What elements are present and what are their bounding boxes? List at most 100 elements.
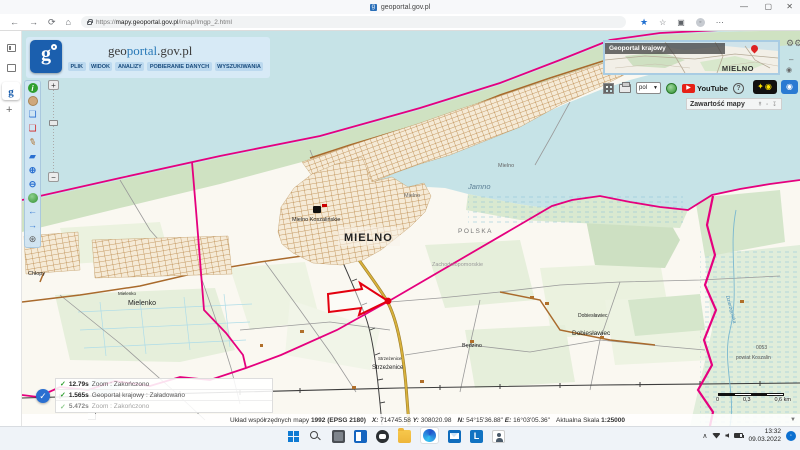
- youtube-button[interactable]: ▶ YouTube: [682, 84, 728, 93]
- start-button-icon[interactable]: [288, 430, 301, 443]
- home-icon[interactable]: ⌂: [66, 17, 71, 27]
- wifi-icon[interactable]: [712, 433, 720, 439]
- qr-icon[interactable]: [603, 83, 614, 94]
- label-dobieslawiec: Dobiesławiec: [572, 330, 611, 337]
- label-chlopy: Chłopy: [28, 271, 45, 277]
- app-icon-movies[interactable]: [354, 430, 367, 443]
- label-station: Mielno Koszalińskie: [292, 217, 340, 223]
- collections-icon[interactable]: ▣: [677, 18, 685, 27]
- map-contents-panel-header[interactable]: Zawartość mapy ↟ ▫ ↧: [686, 98, 782, 110]
- label-kod: 0053: [756, 345, 767, 351]
- mail-app-icon[interactable]: [448, 430, 461, 443]
- overview-map[interactable]: Geoportal krajowy MIELNO: [603, 40, 780, 75]
- menu-plik[interactable]: PLIK: [68, 62, 86, 71]
- label-powiat: powiat Koszalin: [736, 355, 771, 361]
- info-tool-icon[interactable]: i: [28, 83, 38, 93]
- status-message-row: ✓12.79sZoom : Zakończono: [56, 379, 272, 390]
- youtube-play-icon: ▶: [682, 84, 695, 93]
- label-dobieslawiec-s: Dobiesławiec: [578, 313, 608, 319]
- tab-title[interactable]: g geoportal.gov.pl: [0, 0, 800, 14]
- coordinates-statusbar: Układ współrzędnych mapy 1992 (EPSG 2180…: [22, 414, 800, 426]
- forward-icon[interactable]: →: [29, 17, 38, 27]
- scale-bar: 00,30,6 km: [716, 393, 791, 403]
- eye-small-icon[interactable]: ◉: [786, 66, 792, 74]
- label-mielenko-s: Mielenko: [118, 291, 137, 296]
- file-explorer-icon[interactable]: [398, 430, 411, 443]
- zoom-in-button[interactable]: +: [48, 80, 59, 90]
- add-favorite-icon[interactable]: ☆: [659, 18, 666, 27]
- language-select[interactable]: pol▼: [636, 82, 661, 94]
- view-button[interactable]: ◉: [781, 80, 798, 94]
- edge-browser-icon[interactable]: [420, 427, 439, 444]
- refresh-icon[interactable]: ⟳: [48, 17, 56, 28]
- help-icon[interactable]: ?: [733, 83, 744, 94]
- tray-chevron-icon[interactable]: ∧: [702, 432, 707, 440]
- measure-tool-icon[interactable]: ▰: [27, 151, 38, 162]
- back-icon[interactable]: ←: [10, 17, 19, 27]
- notification-badge[interactable]: ◦: [786, 431, 796, 441]
- address-bar: ← → ⟳ ⌂ https://mapy.geoportal.gov.pl/im…: [0, 14, 800, 31]
- zoom-out-tool-icon[interactable]: ⊖: [27, 179, 38, 190]
- browser-titlebar: g geoportal.gov.pl — ▢ ✕: [0, 0, 800, 14]
- select-red-tool-icon[interactable]: ❏: [27, 123, 38, 134]
- zoom-in-tool-icon[interactable]: ⊕: [27, 165, 38, 176]
- label-woj: Zachodniopomorskie: [432, 262, 483, 268]
- app-icon-photos[interactable]: [332, 430, 345, 443]
- edge-sidebar: g +: [0, 31, 22, 426]
- settings-menu-icon[interactable]: ⋯: [716, 18, 724, 27]
- contrast-button[interactable]: ✦◉: [753, 80, 777, 94]
- sidebar-geoportal-icon[interactable]: g: [2, 82, 20, 100]
- battery-icon[interactable]: [734, 433, 743, 438]
- collapse-icon[interactable]: –: [789, 55, 793, 64]
- sidebar-add-icon[interactable]: +: [6, 104, 12, 116]
- app-icon-l[interactable]: L: [470, 430, 483, 443]
- app-icon-chat[interactable]: [376, 430, 389, 443]
- label-mielenko: Mielenko: [128, 300, 156, 307]
- minimize-button[interactable]: —: [740, 3, 748, 11]
- geoportal-title: geoportal.gov.pl: [108, 43, 192, 59]
- favorites-star-icon[interactable]: ★: [640, 17, 648, 28]
- status-messages: ✓12.79sZoom : Zakończono ✓1.565sGeoporta…: [55, 378, 273, 413]
- menu-wyszukiwania[interactable]: WYSZUKIWANIA: [215, 62, 264, 71]
- next-view-icon[interactable]: →: [27, 220, 38, 231]
- zoom-slider[interactable]: + −: [48, 80, 60, 180]
- speaker-icon[interactable]: [725, 433, 729, 438]
- maximize-button[interactable]: ▢: [764, 3, 772, 11]
- menu-analizy[interactable]: ANALIZY: [115, 62, 144, 71]
- label-jamno: Jamno: [467, 182, 491, 191]
- zoom-slider-handle[interactable]: [49, 120, 58, 126]
- label-bedzino: Będzino: [462, 343, 482, 349]
- sidebar-layout-icon[interactable]: [7, 44, 16, 52]
- history-tool-icon[interactable]: [28, 96, 38, 106]
- geoportal-logo[interactable]: g: [30, 40, 62, 73]
- prev-view-icon[interactable]: ←: [27, 206, 38, 217]
- globe-tool-icon[interactable]: [28, 193, 38, 203]
- search-icon[interactable]: [310, 430, 323, 443]
- map-controls-row: pol▼ ▶ YouTube ?: [603, 80, 744, 96]
- label-polska: POLSKA: [458, 228, 493, 235]
- draw-tool-icon[interactable]: ✎: [25, 135, 39, 149]
- panel-controls-icons[interactable]: ↟ ▫ ↧: [757, 101, 778, 108]
- profile-avatar[interactable]: ◦: [696, 18, 705, 27]
- print-icon[interactable]: [619, 84, 631, 93]
- settings-tool-icon[interactable]: ⊛: [27, 234, 38, 245]
- globe-button[interactable]: [666, 83, 677, 94]
- close-button[interactable]: ✕: [786, 3, 793, 11]
- label-mielno-s2: Mielno: [498, 163, 514, 169]
- gears-icon[interactable]: ⚙⚙: [786, 38, 800, 49]
- menu-widok[interactable]: WIDOK: [89, 62, 113, 71]
- zoom-out-button[interactable]: −: [48, 172, 59, 182]
- menu-pobieranie[interactable]: POBIERANIE DANYCH: [147, 62, 211, 71]
- map-toolbar: i ❏ ❏ ✎ ▰ ⊕ ⊖ ← → ⊛: [24, 80, 41, 248]
- sidebar-doc-icon[interactable]: [7, 64, 16, 72]
- lock-icon: [87, 21, 92, 25]
- label-mielno: MIELNO: [344, 232, 393, 244]
- url-field[interactable]: https://mapy.geoportal.gov.pl/imap/Imgp_…: [81, 16, 626, 28]
- statusbar-caret-icon[interactable]: ▼: [790, 417, 796, 423]
- app-icon-contacts[interactable]: [492, 430, 505, 443]
- tab-favicon-icon: g: [370, 4, 377, 11]
- select-blue-tool-icon[interactable]: ❏: [27, 109, 38, 120]
- taskbar-clock[interactable]: 13:32 09.03.2022: [748, 428, 781, 443]
- status-message-row: ✓1.565sGeoportal krajowy : Załadowano: [56, 390, 272, 401]
- label-mielno-s1: Mielno: [404, 193, 420, 199]
